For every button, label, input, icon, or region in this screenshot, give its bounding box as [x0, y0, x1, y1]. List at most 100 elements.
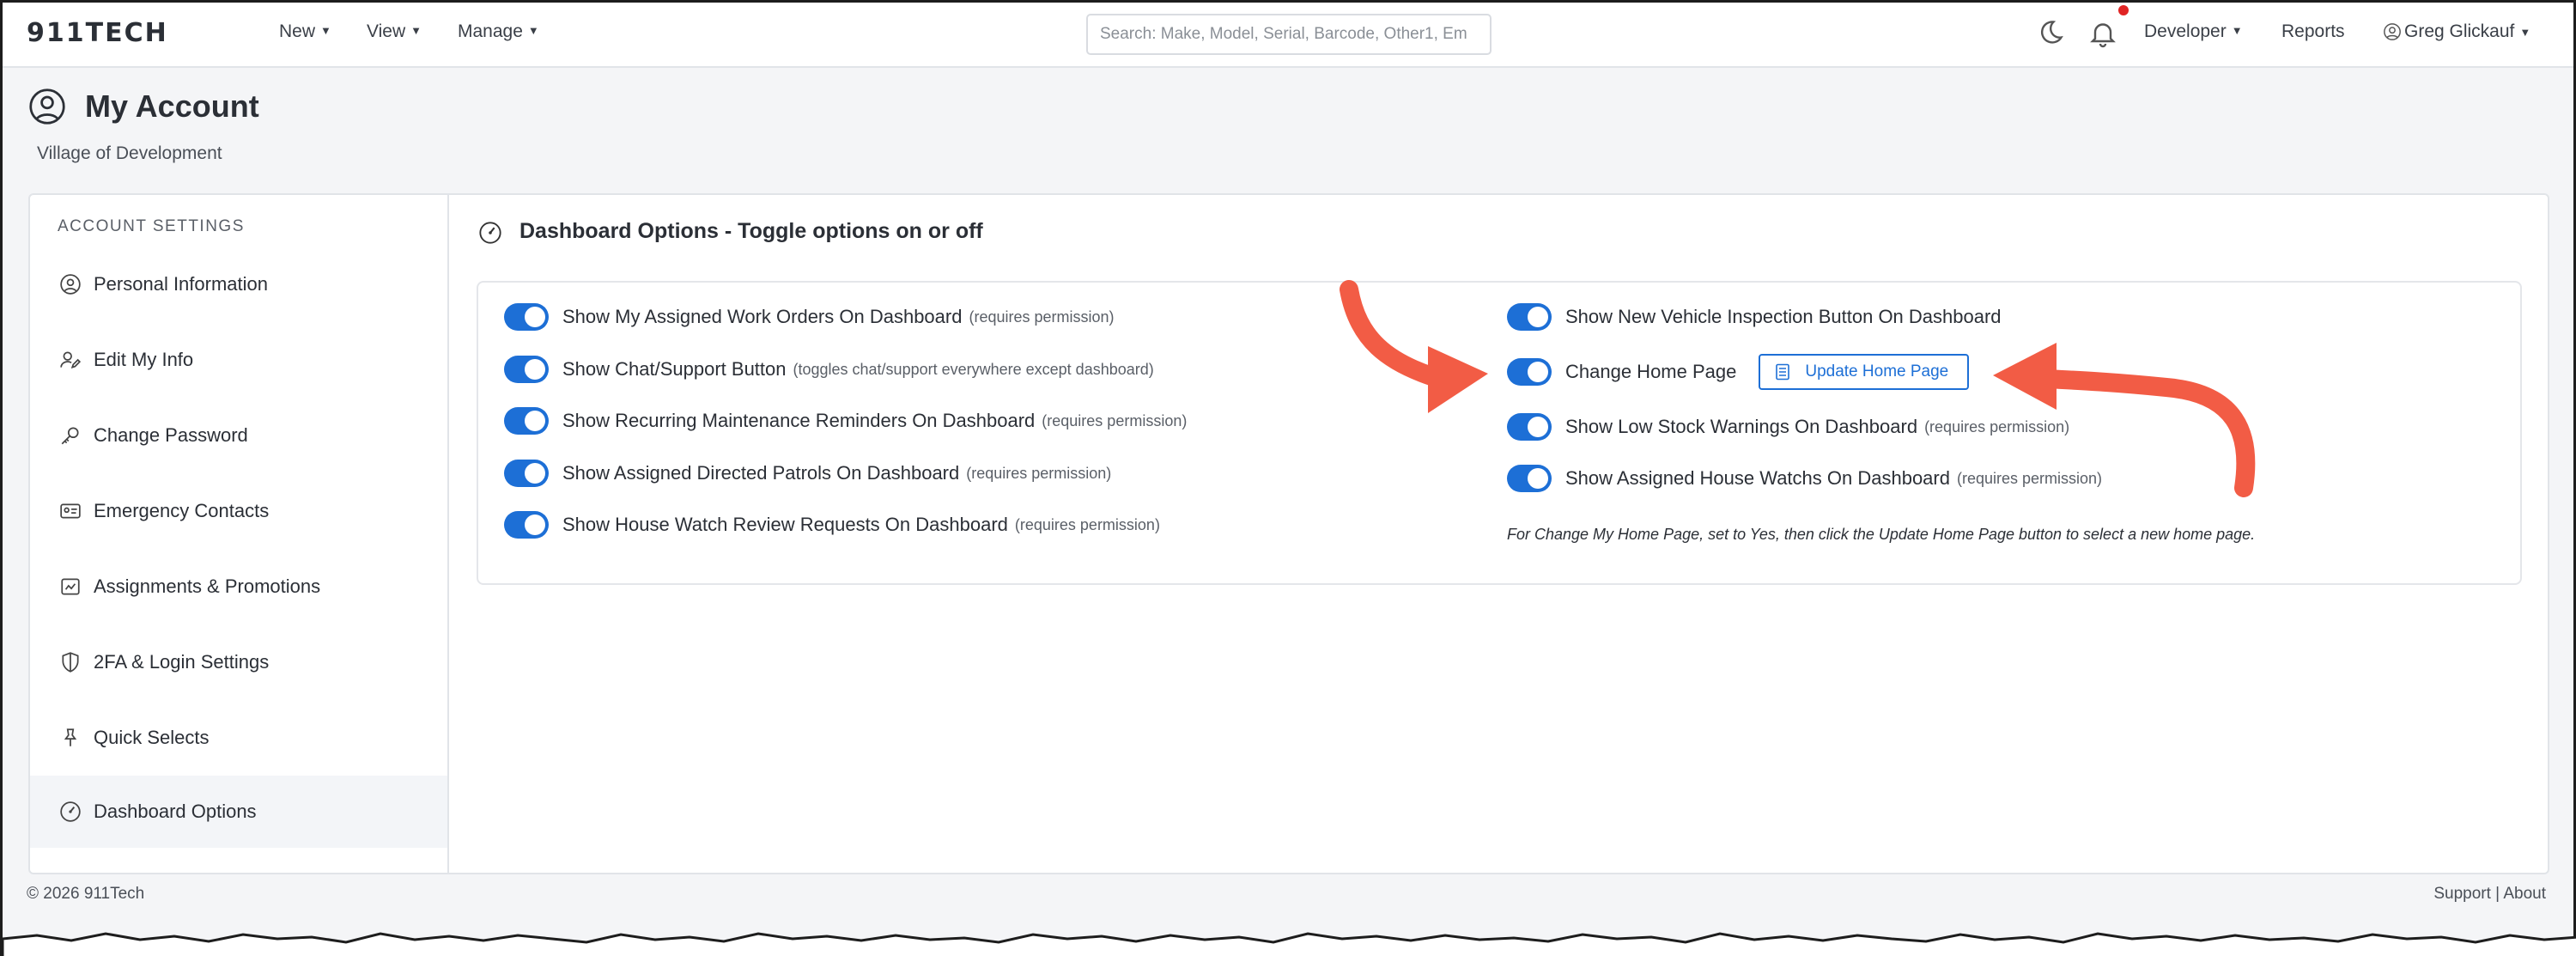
user-name: Greg Glickauf: [2404, 21, 2515, 41]
nav-manage-menu[interactable]: Manage ▼: [458, 21, 539, 42]
support-link[interactable]: Support: [2433, 885, 2491, 903]
option-directed-patrols: Show Assigned Directed Patrols On Dashbo…: [504, 458, 1111, 489]
sidebar-item-label: Dashboard Options: [94, 801, 257, 822]
dashboard-icon: [479, 222, 501, 244]
search-input[interactable]: [1086, 14, 1492, 55]
sidebar-item-label: Personal Information: [94, 273, 268, 295]
assignment-icon: [61, 578, 80, 595]
option-note: (requires permission): [1924, 417, 2070, 435]
dashboard-options-card: Show My Assigned Work Orders On Dashboar…: [477, 281, 2522, 585]
option-low-stock-warnings: Show Low Stock Warnings On Dashboard (re…: [1507, 411, 2069, 442]
toggle-switch[interactable]: [1507, 413, 1552, 441]
user-menu[interactable]: Greg Glickauf ▼: [2383, 21, 2530, 42]
sidebar-item-label: Emergency Contacts: [94, 500, 270, 521]
help-text: For Change My Home Page, set to Yes, the…: [1507, 526, 2256, 543]
top-navbar: 911TECH New ▼ View ▼ Manage ▼ Developer ▼ Re…: [3, 3, 2573, 68]
option-note: (requires permission): [1956, 469, 2103, 487]
content-title: Dashboard Options - Toggle options on or…: [519, 219, 983, 243]
chevron-down-icon: ▼: [2231, 24, 2243, 37]
option-note: (requires permission): [969, 308, 1115, 326]
sidebar-item-label: Change Password: [94, 424, 248, 446]
bell-icon[interactable]: [2087, 18, 2118, 49]
page-title: My Account: [85, 88, 259, 124]
sidebar-item-dashboard-options[interactable]: Dashboard Options: [30, 776, 447, 848]
sidebar-item-label: Edit My Info: [94, 349, 194, 370]
nav-view-menu[interactable]: View ▼: [367, 21, 422, 42]
sidebar-item-emergency-contacts[interactable]: Emergency Contacts: [30, 475, 447, 547]
footer-copyright: © 2026 911Tech: [27, 885, 145, 903]
option-label: Show Chat/Support Button: [562, 358, 787, 380]
option-label: Show Assigned House Watchs On Dashboard: [1565, 467, 1950, 489]
toggle-switch[interactable]: [504, 356, 549, 383]
page-subtitle: Village of Development: [37, 143, 222, 163]
user-circle-icon: [29, 88, 65, 125]
toggle-switch[interactable]: [504, 511, 549, 539]
footer-separator: |: [2495, 885, 2500, 903]
option-label: Change Home Page: [1565, 361, 1737, 382]
option-chat-support-button: Show Chat/Support Button (toggles chat/s…: [504, 354, 1154, 385]
sidebar-item-label: Quick Selects: [94, 727, 210, 748]
update-home-page-label: Update Home Page: [1805, 362, 1949, 381]
sidebar-item-quick-selects[interactable]: Quick Selects: [30, 702, 447, 774]
chevron-down-icon: ▼: [410, 24, 422, 37]
option-label: Show New Vehicle Inspection Button On Da…: [1565, 306, 2002, 327]
option-vehicle-inspection-button: Show New Vehicle Inspection Button On Da…: [1507, 301, 2002, 332]
toggle-switch[interactable]: [504, 460, 549, 487]
developer-label: Developer: [2144, 21, 2227, 41]
shield-icon: [62, 652, 79, 673]
nav-new-menu[interactable]: New ▼: [279, 21, 331, 42]
option-house-watch-review: Show House Watch Review Requests On Dash…: [504, 509, 1160, 540]
moon-icon[interactable]: [2034, 18, 2065, 49]
chevron-down-icon: ▼: [527, 24, 539, 37]
user-edit-icon: [60, 351, 82, 369]
toggle-switch[interactable]: [1507, 465, 1552, 492]
nav-new-label: New: [279, 21, 316, 41]
nav-view-label: View: [367, 21, 406, 41]
option-note: (requires permission): [966, 464, 1112, 482]
torn-edge: [3, 932, 2576, 956]
option-label: Show My Assigned Work Orders On Dashboar…: [562, 306, 963, 327]
option-note: (requires permission): [1042, 411, 1188, 429]
footer-links: Support | About: [2433, 885, 2546, 904]
reports-label: Reports: [2281, 21, 2345, 41]
sidebar-item-label: 2FA & Login Settings: [94, 651, 270, 673]
option-change-home-page: Change Home Page Update Home Page: [1507, 354, 1970, 390]
sidebar-item-label: Assignments & Promotions: [94, 575, 321, 597]
account-settings-panel: ACCOUNT SETTINGS Personal Information Ed…: [28, 193, 2549, 874]
app-logo[interactable]: 911TECH: [27, 18, 168, 48]
notification-dot: [2118, 5, 2129, 15]
chevron-down-icon: ▼: [320, 24, 331, 37]
pin-icon: [64, 728, 77, 746]
toggle-switch[interactable]: [504, 407, 549, 435]
option-label: Show Assigned Directed Patrols On Dashbo…: [562, 462, 960, 484]
about-link[interactable]: About: [2503, 885, 2546, 903]
sidebar-item-personal-information[interactable]: Personal Information: [30, 248, 447, 320]
nav-manage-label: Manage: [458, 21, 523, 41]
id-card-icon: [60, 503, 81, 519]
toggle-switch[interactable]: [1507, 358, 1552, 386]
settings-sidebar: ACCOUNT SETTINGS Personal Information Ed…: [30, 195, 449, 873]
sidebar-item-change-password[interactable]: Change Password: [30, 399, 447, 472]
sidebar-item-edit-my-info[interactable]: Edit My Info: [30, 324, 447, 396]
toggle-switch[interactable]: [1507, 303, 1552, 331]
option-assigned-house-watchs: Show Assigned House Watchs On Dashboard …: [1507, 463, 2102, 494]
update-home-page-button[interactable]: Update Home Page: [1759, 354, 1970, 390]
option-note: (requires permission): [1014, 515, 1160, 533]
reports-link[interactable]: Reports: [2281, 21, 2345, 42]
option-label: Show Low Stock Warnings On Dashboard: [1565, 416, 1918, 437]
option-assigned-work-orders: Show My Assigned Work Orders On Dashboar…: [504, 301, 1115, 332]
option-recurring-maintenance: Show Recurring Maintenance Reminders On …: [504, 405, 1187, 436]
user-circle-icon: [60, 274, 81, 295]
option-label: Show House Watch Review Requests On Dash…: [562, 514, 1008, 535]
chevron-down-icon: ▼: [2519, 25, 2531, 39]
document-icon: [1776, 363, 1790, 381]
option-label: Show Recurring Maintenance Reminders On …: [562, 410, 1036, 431]
developer-menu[interactable]: Developer ▼: [2144, 21, 2243, 42]
option-note: (toggles chat/support everywhere except …: [793, 360, 1154, 378]
user-circle-icon: [2384, 23, 2401, 40]
dashboard-icon: [60, 801, 81, 822]
sidebar-item-2fa-login-settings[interactable]: 2FA & Login Settings: [30, 626, 447, 698]
sidebar-item-assignments-promotions[interactable]: Assignments & Promotions: [30, 551, 447, 623]
toggle-switch[interactable]: [504, 303, 549, 331]
sidebar-heading: ACCOUNT SETTINGS: [58, 217, 245, 235]
